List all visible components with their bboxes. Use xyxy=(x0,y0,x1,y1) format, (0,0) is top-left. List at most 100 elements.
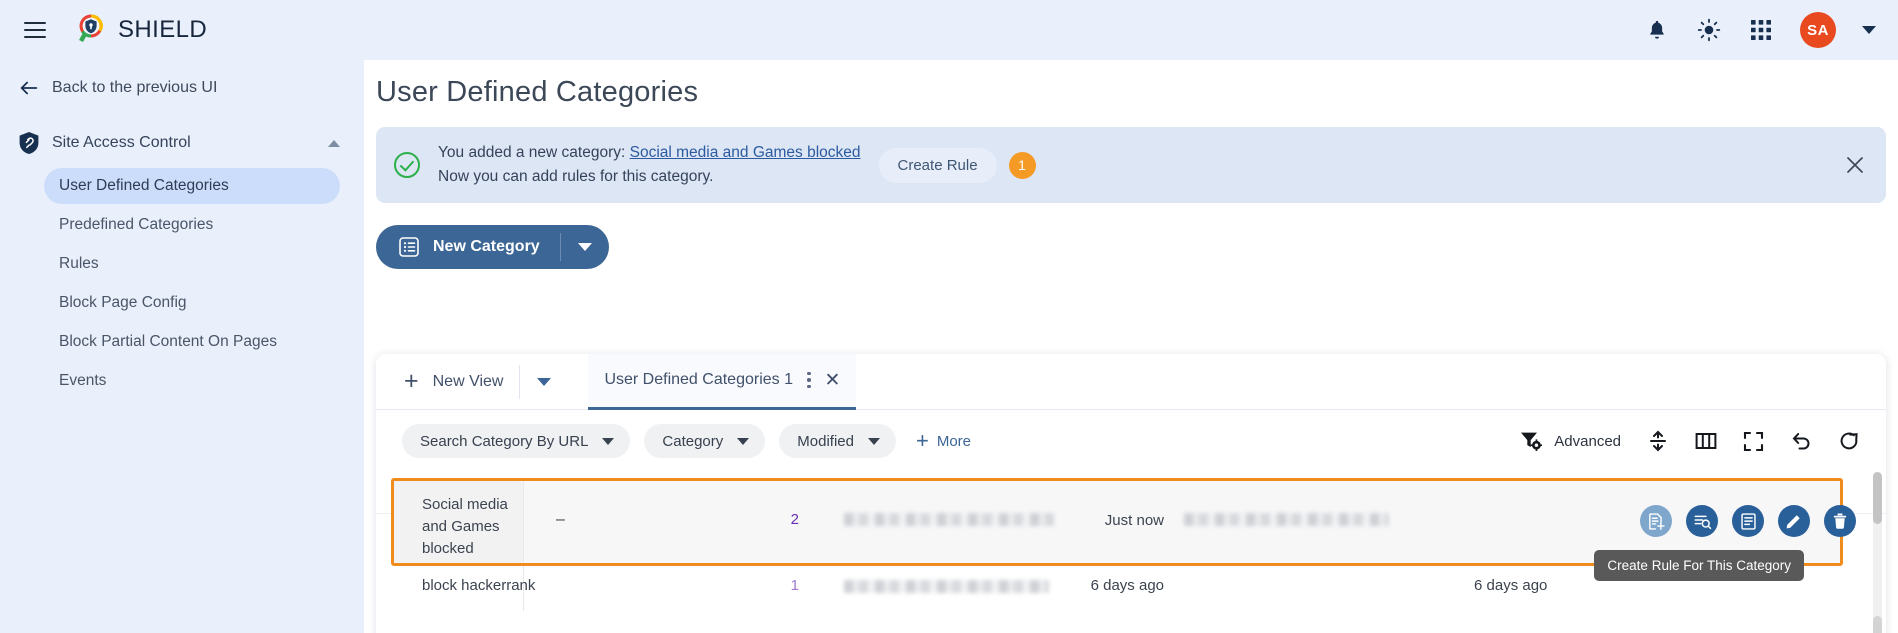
sidebar: Back to the previous UI Site Access Cont… xyxy=(0,60,364,633)
delete-trash-icon[interactable] xyxy=(1824,505,1856,537)
sidebar-back-label: Back to the previous UI xyxy=(52,79,218,96)
columns-icon[interactable] xyxy=(1695,431,1717,451)
cell-url-count: 2 xyxy=(790,511,799,528)
undo-icon[interactable] xyxy=(1790,430,1812,452)
app-root: SHIELD SA Back to the previous UI Site A… xyxy=(0,0,1898,633)
top-bar-actions: SA xyxy=(1644,12,1876,48)
new-view-label: New View xyxy=(432,372,504,390)
refresh-icon[interactable] xyxy=(1838,430,1860,452)
check-circle-icon xyxy=(394,152,420,178)
sidebar-item-label: Block Page Config xyxy=(59,294,187,311)
filter-chip-label: Modified xyxy=(797,432,854,450)
tab-label: User Defined Categories 1 xyxy=(604,371,793,388)
edit-pencil-icon[interactable] xyxy=(1778,505,1810,537)
filter-settings-icon xyxy=(1520,431,1543,451)
new-category-main[interactable]: New Category xyxy=(376,225,560,269)
sidebar-back-button[interactable]: Back to the previous UI xyxy=(0,66,364,110)
sidebar-item-events[interactable]: Events xyxy=(44,363,340,399)
data-card: + New View User Defined Categories 1 ✕ S… xyxy=(376,353,1886,633)
sidebar-item-label: User Defined Categories xyxy=(59,177,229,194)
cell-modified-by-redacted xyxy=(844,580,1049,593)
chevron-down-icon[interactable] xyxy=(1862,26,1876,34)
chevron-down-icon xyxy=(867,437,880,445)
row-height-icon[interactable] xyxy=(1647,430,1669,452)
banner-category-link[interactable]: Social media and Games blocked xyxy=(630,144,861,161)
table-tools: Advanced xyxy=(1520,430,1860,452)
sidebar-item-label: Block Partial Content On Pages xyxy=(59,333,277,350)
view-urls-icon[interactable] xyxy=(1686,505,1718,537)
sidebar-item-user-defined-categories[interactable]: User Defined Categories xyxy=(44,168,340,204)
cell-modified: 6 days ago xyxy=(1090,577,1164,594)
fullscreen-icon[interactable] xyxy=(1743,431,1764,452)
chevron-up-icon[interactable] xyxy=(328,139,340,147)
brand-name: SHIELD xyxy=(118,16,208,43)
cell-created: 6 days ago xyxy=(1474,577,1548,594)
sidebar-item-predefined-categories[interactable]: Predefined Categories xyxy=(44,207,340,243)
advanced-filter-label: Advanced xyxy=(1554,432,1621,450)
list-document-icon xyxy=(398,236,420,258)
create-rule-button[interactable]: Create Rule xyxy=(878,147,997,183)
chevron-down-icon xyxy=(602,437,615,445)
chevron-down-icon xyxy=(577,243,592,251)
hamburger-icon[interactable] xyxy=(18,13,52,47)
success-banner: You added a new category: Social media a… xyxy=(376,127,1886,203)
tooltip: Create Rule For This Category xyxy=(1594,550,1804,581)
cell-category: block hackerrank xyxy=(422,577,536,594)
close-icon[interactable]: ✕ xyxy=(825,371,841,390)
arrow-left-icon xyxy=(18,77,52,99)
top-bar: SHIELD SA xyxy=(0,0,1898,60)
sun-icon[interactable] xyxy=(1696,17,1722,43)
sidebar-section-label: Site Access Control xyxy=(52,134,191,151)
new-view-dropdown-toggle[interactable] xyxy=(522,362,566,402)
more-filters-label: More xyxy=(936,432,972,450)
chevron-down-icon xyxy=(737,437,750,445)
filter-chip-category[interactable]: Category xyxy=(644,424,766,458)
advanced-filter-button[interactable]: Advanced xyxy=(1520,431,1621,451)
more-filters-button[interactable]: + More xyxy=(916,430,971,452)
new-category-label: New Category xyxy=(433,238,540,255)
kebab-menu-icon[interactable] xyxy=(807,371,811,389)
apps-grid-icon[interactable] xyxy=(1748,17,1774,43)
filter-chip-label: Search Category By URL xyxy=(420,432,589,450)
brand: SHIELD xyxy=(72,13,207,47)
banner-line-1: You added a new category: Social media a… xyxy=(438,141,861,165)
new-view-button[interactable]: + New View xyxy=(404,369,503,394)
sidebar-section-site-access-control[interactable]: Site Access Control xyxy=(0,121,364,165)
filter-bar: Search Category By URL Category Modified… xyxy=(376,410,1886,472)
bell-icon[interactable] xyxy=(1644,17,1670,43)
cell-url-count: 1 xyxy=(790,577,799,594)
cell-category: Social media and Games blocked xyxy=(422,496,508,557)
scrollbar-thumb[interactable] xyxy=(1873,472,1882,524)
shield-link-icon xyxy=(18,131,52,155)
scrollbar-thumb-secondary[interactable] xyxy=(1873,616,1882,633)
cell-modified: Just now xyxy=(1104,512,1164,529)
cell-description: – xyxy=(556,511,565,528)
view-details-icon[interactable] xyxy=(1732,505,1764,537)
plus-icon: + xyxy=(404,367,419,395)
banner-message-prefix: You added a new category: xyxy=(438,144,626,161)
filter-chip-modified[interactable]: Modified xyxy=(779,424,896,458)
page-title: User Defined Categories xyxy=(376,76,699,108)
plus-icon: + xyxy=(915,428,929,453)
new-category-dropdown-toggle[interactable] xyxy=(561,225,609,269)
view-tab-bar: + New View User Defined Categories 1 ✕ xyxy=(376,353,1886,410)
sidebar-item-block-page-config[interactable]: Block Page Config xyxy=(44,285,340,321)
banner-line-2: Now you can add rules for this category. xyxy=(438,168,714,185)
divider xyxy=(519,364,521,399)
row-action-buttons xyxy=(1640,505,1856,537)
main-content: User Defined Categories You added a new … xyxy=(364,60,1898,633)
cell-created-by-redacted xyxy=(1184,513,1389,526)
filter-chip-label: Category xyxy=(662,432,724,450)
cell-modified-by-redacted xyxy=(844,513,1054,526)
sidebar-item-label: Rules xyxy=(59,255,99,272)
sidebar-item-block-partial-content-on-pages[interactable]: Block Partial Content On Pages xyxy=(44,324,340,360)
avatar[interactable]: SA xyxy=(1800,12,1836,48)
new-category-button[interactable]: New Category xyxy=(376,225,609,269)
tab-user-defined-categories-1[interactable]: User Defined Categories 1 ✕ xyxy=(588,353,857,410)
sidebar-item-rules[interactable]: Rules xyxy=(44,246,340,282)
status-badge: 1 xyxy=(1008,151,1036,179)
close-icon[interactable] xyxy=(1844,154,1866,176)
sidebar-item-label: Predefined Categories xyxy=(59,216,214,233)
filter-chip-search-category-by-url[interactable]: Search Category By URL xyxy=(402,424,631,458)
create-rule-icon[interactable] xyxy=(1640,505,1672,537)
